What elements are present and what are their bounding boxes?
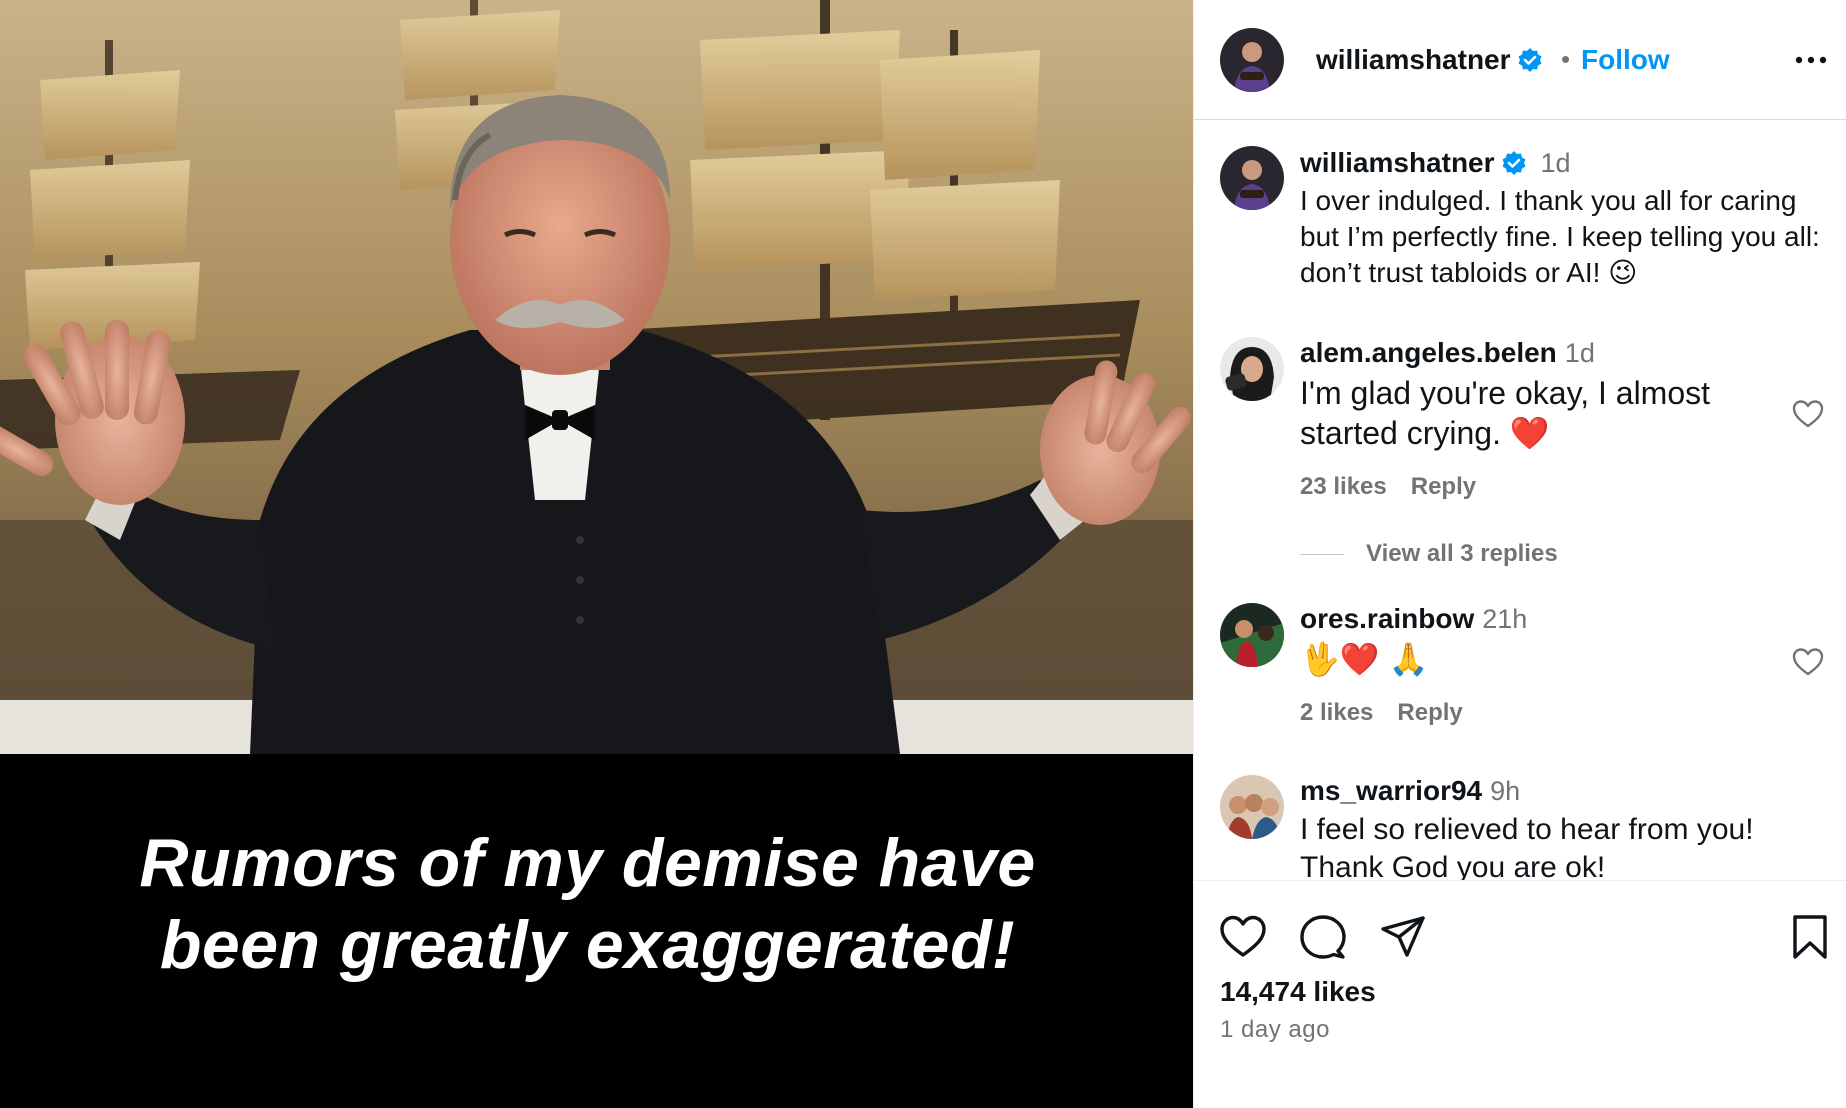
verified-badge-icon [1502,151,1526,175]
comments-list[interactable]: williamshatner 1d I over indulged. I tha… [1194,121,1846,881]
author-avatar[interactable] [1220,28,1284,92]
post-image-caption: Rumors of my demise have been greatly ex… [0,822,1175,986]
reply-button[interactable]: Reply [1411,473,1476,500]
comment-text: I feel so relieved to hear from you! Tha… [1300,813,1754,881]
comment-header: williamshatner 1d [1300,147,1571,179]
reply-button[interactable]: Reply [1397,699,1462,726]
comment-header: ores.rainbow 21h [1300,603,1527,635]
instagram-post-view: Rumors of my demise have been greatly ex… [0,0,1846,1108]
post-media[interactable]: Rumors of my demise have been greatly ex… [0,0,1193,1108]
comment-username[interactable]: alem.angeles.belen [1300,337,1557,368]
comment-avatar[interactable] [1220,337,1284,401]
header-username-text[interactable]: williamshatner [1316,44,1511,75]
comment-text: I'm glad you're okay, I almost started c… [1300,375,1711,451]
post-actions: 14,474 likes 1 day ago [1194,880,1846,1108]
comment-meta: 2 likes Reply [1300,699,1463,727]
bookmark-icon[interactable] [1790,913,1830,961]
caption-line-2: been greatly exaggerated! [159,907,1016,983]
follow-button[interactable]: Follow [1581,44,1670,76]
replies-divider-line [1300,554,1344,556]
post-photo-illustration [0,0,1193,754]
comment-avatar-image [1220,775,1284,839]
post-header: williamshatner • Follow [1194,0,1846,120]
comment-timestamp[interactable]: 1d [1541,148,1571,178]
comment-avatar-image [1220,146,1284,210]
comment-text: I over indulged. I thank you all for car… [1300,185,1820,288]
comment-username[interactable]: williamshatner [1300,147,1495,178]
post-side-panel: williamshatner • Follow williamshatner 1… [1193,0,1846,1108]
comment-username[interactable]: ms_warrior94 [1300,775,1482,806]
heart-icon[interactable] [1218,913,1268,961]
caption-line-1: Rumors of my demise have [139,825,1036,901]
likes-count[interactable]: 14,474 likes [1220,976,1376,1008]
share-icon[interactable] [1378,913,1428,961]
comment-like-heart-icon[interactable] [1792,399,1824,429]
comment-username[interactable]: ores.rainbow [1300,603,1474,634]
comment-timestamp[interactable]: 9h [1490,776,1520,806]
more-horizontal-icon[interactable] [1794,50,1828,70]
verified-badge-icon [1518,48,1542,72]
view-replies-button[interactable]: View all 3 replies [1300,540,1558,568]
comment-header: alem.angeles.belen 1d [1300,337,1595,369]
comment-likes-count[interactable]: 2 likes [1300,699,1373,726]
comment-avatar[interactable] [1220,603,1284,667]
post-photo [0,0,1193,754]
view-replies-label[interactable]: View all 3 replies [1366,540,1558,567]
comment-timestamp[interactable]: 21h [1482,604,1527,634]
comment-avatar-image [1220,603,1284,667]
comment-avatar-image [1220,337,1284,401]
comment-meta: 23 likes Reply [1300,473,1476,501]
post-timestamp[interactable]: 1 day ago [1220,1016,1330,1044]
author-avatar-image [1220,28,1284,92]
comment-icon[interactable] [1298,913,1348,961]
comment-avatar[interactable] [1220,775,1284,839]
header-separator: • [1561,44,1571,74]
comment-header: ms_warrior94 9h [1300,775,1520,807]
comment-timestamp[interactable]: 1d [1565,338,1595,368]
comment-text: 🖖❤️ 🙏 [1300,641,1429,677]
header-username[interactable]: williamshatner [1316,44,1543,76]
comment-likes-count[interactable]: 23 likes [1300,473,1387,500]
comment-avatar[interactable] [1220,146,1284,210]
comment-like-heart-icon[interactable] [1792,647,1824,677]
